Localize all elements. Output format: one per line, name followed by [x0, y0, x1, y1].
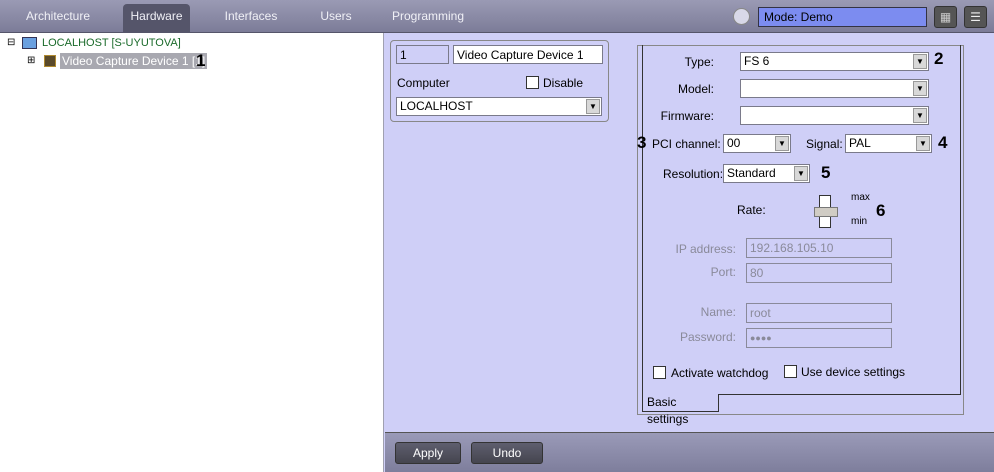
tab-users[interactable]: Users	[313, 4, 359, 33]
layout-grid-icon[interactable]: ▦	[934, 6, 957, 28]
chevron-down-icon: ▼	[586, 99, 600, 114]
annotation-1: 1	[196, 51, 206, 70]
pci-label: PCI channel:	[652, 137, 721, 151]
device-settings-checkbox[interactable]	[784, 365, 797, 378]
annotation-3: 3	[637, 133, 647, 152]
port-input[interactable]: 80	[746, 263, 892, 283]
name-input[interactable]: root	[746, 303, 892, 323]
resolution-select[interactable]: Standard ▼	[723, 164, 810, 183]
annotation-2: 2	[934, 49, 944, 68]
type-select[interactable]: FS 6 ▼	[740, 52, 929, 71]
tab-architecture[interactable]: Architecture	[18, 4, 98, 33]
computer-value: LOCALHOST	[400, 99, 473, 113]
type-label: Type:	[684, 55, 714, 69]
chevron-down-icon: ▼	[916, 136, 930, 151]
signal-select[interactable]: PAL ▼	[845, 134, 932, 153]
tab-interfaces[interactable]: Interfaces	[218, 4, 284, 33]
ip-input[interactable]: 192.168.105.10	[746, 238, 892, 258]
firmware-select[interactable]: ▼	[740, 106, 929, 125]
tab-basic-settings[interactable]: Basic settings	[642, 394, 719, 426]
annotation-5: 5	[821, 163, 831, 182]
undo-button[interactable]: Undo	[471, 442, 543, 464]
tab-programming[interactable]: Programming	[388, 4, 468, 33]
disable-checkbox[interactable]	[526, 76, 539, 89]
chevron-down-icon: ▼	[794, 166, 808, 181]
mode-icon[interactable]	[733, 8, 750, 25]
password-label: Password:	[679, 330, 736, 344]
hardware-tree: ⊟ LOCALHOST [S-UYUTOVA] ⊞ Video Capture …	[0, 33, 384, 472]
top-bar: Architecture Hardware Interfaces Users P…	[0, 0, 994, 33]
device-id[interactable]: 1	[396, 45, 449, 64]
device-settings-label: Use device settings	[801, 365, 906, 379]
pci-select[interactable]: 00 ▼	[723, 134, 791, 153]
firmware-label: Firmware:	[660, 109, 714, 123]
expand-icon[interactable]: ⊞	[27, 55, 35, 66]
computer-select[interactable]: LOCALHOST ▼	[396, 97, 602, 116]
tree-root[interactable]: LOCALHOST [S-UYUTOVA]	[42, 37, 181, 49]
chip-icon	[44, 55, 56, 67]
name-label: Name:	[700, 305, 736, 319]
signal-value: PAL	[849, 136, 871, 150]
model-label: Model:	[677, 82, 714, 96]
port-label: Port:	[710, 265, 736, 279]
tab-hardware[interactable]: Hardware	[123, 4, 190, 33]
password-input[interactable]: ●●●●	[746, 328, 892, 348]
device-name-input[interactable]: Video Capture Device 1	[453, 45, 603, 64]
rate-max-label: max	[851, 192, 870, 203]
annotation-6: 6	[876, 201, 886, 220]
rate-slider-thumb[interactable]	[814, 206, 838, 217]
watchdog-checkbox[interactable]	[653, 366, 666, 379]
apply-button[interactable]: Apply	[395, 442, 461, 464]
resolution-value: Standard	[727, 166, 776, 180]
resolution-label: Resolution:	[663, 167, 724, 181]
model-select[interactable]: ▼	[740, 79, 929, 98]
chevron-down-icon: ▼	[775, 136, 789, 151]
chevron-down-icon: ▼	[913, 108, 927, 123]
disable-label: Disable	[543, 76, 584, 90]
computer-icon	[22, 37, 37, 49]
chevron-down-icon: ▼	[913, 54, 927, 69]
type-value: FS 6	[744, 54, 770, 68]
signal-label: Signal:	[806, 137, 843, 151]
mode-field[interactable]: Mode: Demo	[758, 7, 927, 27]
annotation-4: 4	[938, 133, 948, 152]
ip-label: IP address:	[675, 242, 736, 256]
pci-value: 00	[727, 136, 741, 150]
rate-label: Rate:	[737, 203, 766, 217]
tree-item-device[interactable]: Video Capture Device 1 [1]	[60, 53, 208, 69]
collapse-icon[interactable]: ⊟	[7, 37, 15, 48]
computer-label: Computer	[397, 76, 450, 90]
menu-icon[interactable]: ☰	[964, 6, 987, 28]
rate-min-label: min	[851, 216, 868, 227]
chevron-down-icon: ▼	[913, 81, 927, 96]
watchdog-label: Activate watchdog	[671, 366, 769, 380]
